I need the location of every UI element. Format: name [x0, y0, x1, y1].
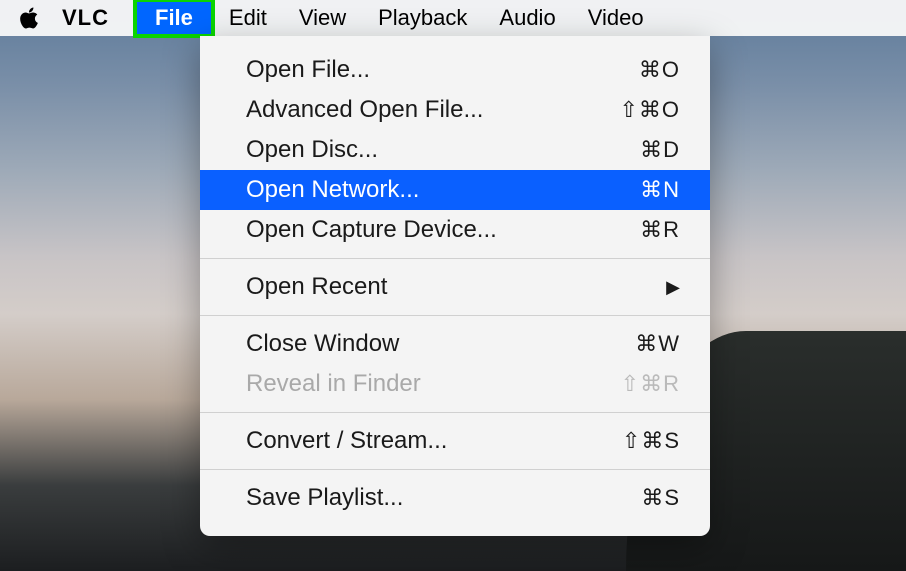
menu-open-recent[interactable]: Open Recent ▶ [200, 267, 710, 307]
menu-separator [200, 412, 710, 413]
menu-item-label: Advanced Open File... [246, 96, 619, 124]
menu-close-window[interactable]: Close Window ⌘W [200, 324, 710, 364]
menu-item-label: Convert / Stream... [246, 427, 622, 455]
menu-item-shortcut: ⇧⌘O [619, 97, 680, 123]
menu-open-file[interactable]: Open File... ⌘O [200, 50, 710, 90]
menu-item-shortcut: ⇧⌘S [622, 428, 680, 454]
menu-reveal-in-finder: Reveal in Finder ⇧⌘R [200, 364, 710, 404]
menu-item-label: Open Disc... [246, 136, 640, 164]
menu-item-shortcut: ⌘S [641, 485, 680, 511]
menu-item-shortcut: ⌘O [639, 57, 680, 83]
menu-item-shortcut: ⌘W [635, 331, 680, 357]
menu-convert-stream[interactable]: Convert / Stream... ⇧⌘S [200, 421, 710, 461]
menu-advanced-open-file[interactable]: Advanced Open File... ⇧⌘O [200, 90, 710, 130]
menu-open-disc[interactable]: Open Disc... ⌘D [200, 130, 710, 170]
menu-open-network[interactable]: Open Network... ⌘N [200, 170, 710, 210]
menu-item-shortcut: ⇧⌘R [621, 371, 680, 397]
menu-item-shortcut: ⌘D [640, 137, 680, 163]
menu-separator [200, 469, 710, 470]
menu-open-capture-device[interactable]: Open Capture Device... ⌘R [200, 210, 710, 250]
menu-item-shortcut: ⌘N [640, 177, 680, 203]
app-name[interactable]: VLC [62, 5, 109, 31]
menu-item-shortcut: ⌘R [640, 217, 680, 243]
menubar: VLC File Edit View Playback Audio Video [0, 0, 906, 36]
menu-edit[interactable]: Edit [213, 0, 283, 36]
menu-item-label: Open Recent [246, 273, 666, 301]
menu-save-playlist[interactable]: Save Playlist... ⌘S [200, 478, 710, 518]
menu-item-label: Reveal in Finder [246, 370, 621, 398]
file-dropdown-menu: Open File... ⌘O Advanced Open File... ⇧⌘… [200, 36, 710, 536]
menu-separator [200, 315, 710, 316]
menu-view[interactable]: View [283, 0, 362, 36]
menu-file[interactable]: File [135, 0, 213, 36]
menu-item-label: Open File... [246, 56, 639, 84]
menu-video[interactable]: Video [572, 0, 660, 36]
menu-item-label: Open Capture Device... [246, 216, 640, 244]
menu-item-label: Close Window [246, 330, 635, 358]
menu-audio[interactable]: Audio [483, 0, 571, 36]
apple-logo-icon[interactable] [18, 5, 40, 31]
menu-separator [200, 258, 710, 259]
menu-item-label: Open Network... [246, 176, 640, 204]
menu-item-label: Save Playlist... [246, 484, 641, 512]
menu-playback[interactable]: Playback [362, 0, 483, 36]
submenu-arrow-icon: ▶ [666, 277, 680, 298]
